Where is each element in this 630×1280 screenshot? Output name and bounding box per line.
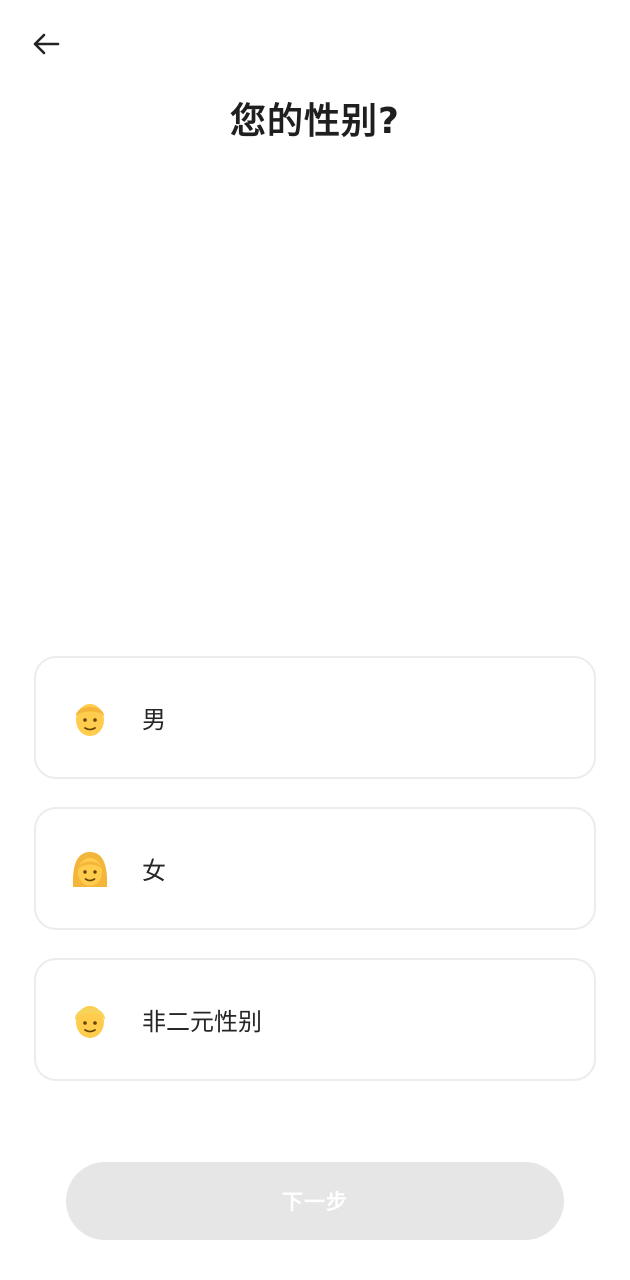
gender-selection-screen: 您的性别? 男 女 非二元性别 下一步 <box>0 0 630 1280</box>
woman-face-icon <box>70 849 110 889</box>
arrow-left-icon <box>32 32 60 60</box>
next-button[interactable]: 下一步 <box>66 1162 564 1240</box>
option-label: 男 <box>142 706 166 734</box>
option-male[interactable]: 男 <box>34 656 596 779</box>
option-female[interactable]: 女 <box>34 807 596 930</box>
page-title: 您的性别? <box>230 101 400 142</box>
back-button[interactable] <box>24 26 68 66</box>
gender-options: 男 女 非二元性别 <box>34 656 596 1109</box>
option-non-binary[interactable]: 非二元性别 <box>34 958 596 1081</box>
option-label: 非二元性别 <box>142 1008 262 1036</box>
person-face-icon <box>70 1000 110 1040</box>
option-label: 女 <box>142 857 166 885</box>
man-face-icon <box>70 698 110 738</box>
